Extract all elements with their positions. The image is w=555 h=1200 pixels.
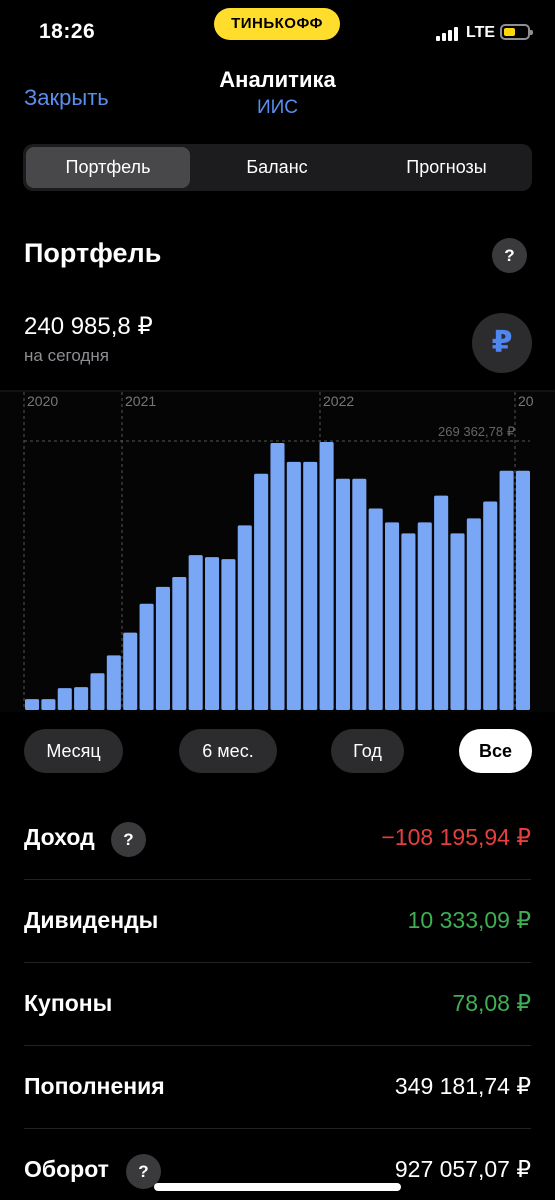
chart-bar: [319, 442, 334, 710]
chart-bar: [352, 478, 367, 710]
period-year[interactable]: Год: [331, 729, 404, 773]
chart-bar: [515, 470, 530, 710]
chart-bar: [450, 533, 465, 710]
network-label: LTE: [466, 24, 496, 41]
stat-label: Купоны: [24, 990, 113, 1016]
max-label: 269 362,78 ₽: [438, 424, 515, 439]
stat-row-income[interactable]: Доход ? −108 195,94 ₽: [24, 798, 531, 880]
chart-bar: [270, 442, 285, 710]
chart-bar: [221, 559, 236, 710]
chart-bar: [155, 586, 170, 710]
help-icon[interactable]: ?: [492, 238, 527, 273]
signal-icon: [436, 27, 460, 41]
chart-bar: [466, 518, 481, 710]
stat-value: 927 057,07 ₽: [394, 1156, 531, 1182]
section-title: Портфель: [24, 238, 162, 268]
chart-bar: [303, 461, 318, 710]
chart-bar: [188, 555, 203, 710]
chart-bar: [434, 495, 449, 710]
chart-bar: [401, 533, 416, 710]
stat-value: 10 333,09 ₽: [407, 907, 531, 933]
account-subtitle[interactable]: ИИС: [0, 97, 555, 119]
period-6-months[interactable]: 6 мес.: [179, 729, 277, 773]
stat-row-dividends[interactable]: Дивиденды 10 333,09 ₽: [24, 881, 531, 963]
status-time: 18:26: [39, 20, 96, 43]
stat-value: −108 195,94 ₽: [381, 824, 531, 850]
chart-bar: [74, 687, 89, 710]
chart-bar: [106, 655, 121, 710]
chart-bar: [41, 699, 56, 710]
chart-bar: [368, 508, 383, 710]
period-month[interactable]: Месяц: [24, 729, 123, 773]
x-tick-label: 2021: [125, 393, 156, 409]
portfolio-value-caption: на сегодня: [24, 346, 109, 365]
chart-bar: [286, 461, 301, 710]
chart-bar: [254, 473, 269, 710]
stat-row-coupons[interactable]: Купоны 78,08 ₽: [24, 964, 531, 1046]
stat-label: Оборот: [24, 1156, 109, 1182]
stat-label: Дивиденды: [24, 907, 159, 933]
chart-bar: [139, 603, 154, 710]
chart-bar: [90, 673, 105, 710]
stat-value: 78,08 ₽: [452, 990, 531, 1016]
chart-bar: [385, 522, 400, 710]
chart-bar: [205, 557, 220, 710]
chart-bar: [57, 688, 72, 710]
tab-forecasts[interactable]: Прогнозы: [364, 147, 529, 188]
chart-bar: [25, 699, 40, 710]
help-icon[interactable]: ?: [111, 822, 146, 857]
chart-bar: [483, 501, 498, 710]
currency-button[interactable]: ₽: [472, 313, 532, 373]
stat-label: Доход: [24, 824, 95, 850]
x-tick-label: 2020: [27, 393, 58, 409]
page-title: Аналитика: [219, 67, 336, 92]
chart-bar: [335, 478, 350, 710]
home-indicator[interactable]: [154, 1183, 401, 1191]
stat-value: 349 181,74 ₽: [394, 1073, 531, 1099]
portfolio-value: 240 985,8 ₽: [24, 313, 153, 340]
chart-bar: [123, 632, 138, 710]
brand-logo: ТИНЬКОФФ: [214, 8, 340, 40]
stat-row-deposits[interactable]: Пополнения 349 181,74 ₽: [24, 1047, 531, 1129]
chart-bar: [172, 576, 187, 710]
period-all[interactable]: Все: [459, 729, 532, 773]
chart-bar: [237, 525, 252, 710]
x-tick-label: 20: [518, 393, 534, 409]
tab-balance[interactable]: Баланс: [195, 147, 359, 188]
battery-icon: [500, 24, 533, 40]
segmented-tabs: Портфель Баланс Прогнозы: [23, 144, 532, 191]
chart-bar: [417, 522, 432, 710]
x-tick-label: 2022: [323, 393, 354, 409]
stat-label: Пополнения: [24, 1073, 165, 1099]
tab-portfolio[interactable]: Портфель: [26, 147, 190, 188]
chart-bar: [499, 470, 514, 710]
portfolio-chart[interactable]: 2020 2021 2022 20269 362,78 ₽: [0, 390, 555, 712]
